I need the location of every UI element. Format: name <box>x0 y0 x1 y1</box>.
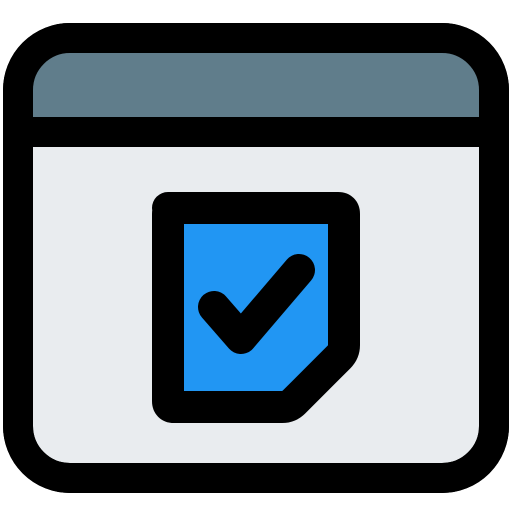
browser-window-check-icon <box>3 23 509 493</box>
app-icon-canvas <box>0 0 512 512</box>
